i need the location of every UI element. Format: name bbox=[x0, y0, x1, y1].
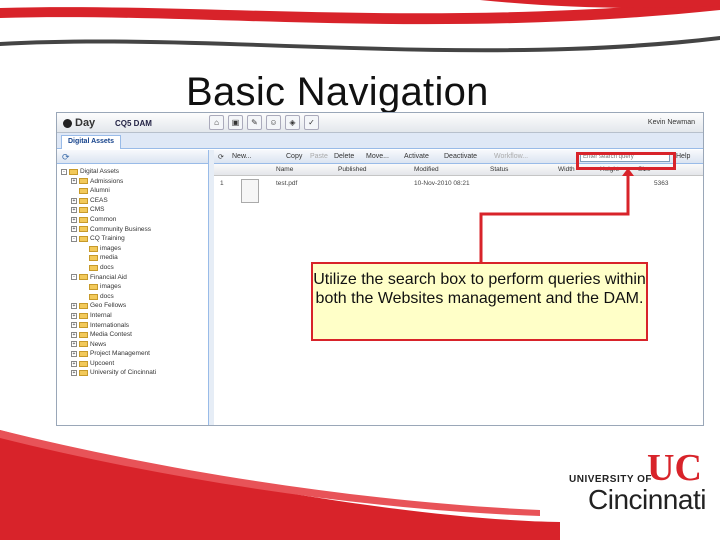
callout-box: Utilize the search box to perform querie… bbox=[311, 262, 648, 341]
uc-logo-bottom: Cincinnati bbox=[588, 484, 706, 515]
